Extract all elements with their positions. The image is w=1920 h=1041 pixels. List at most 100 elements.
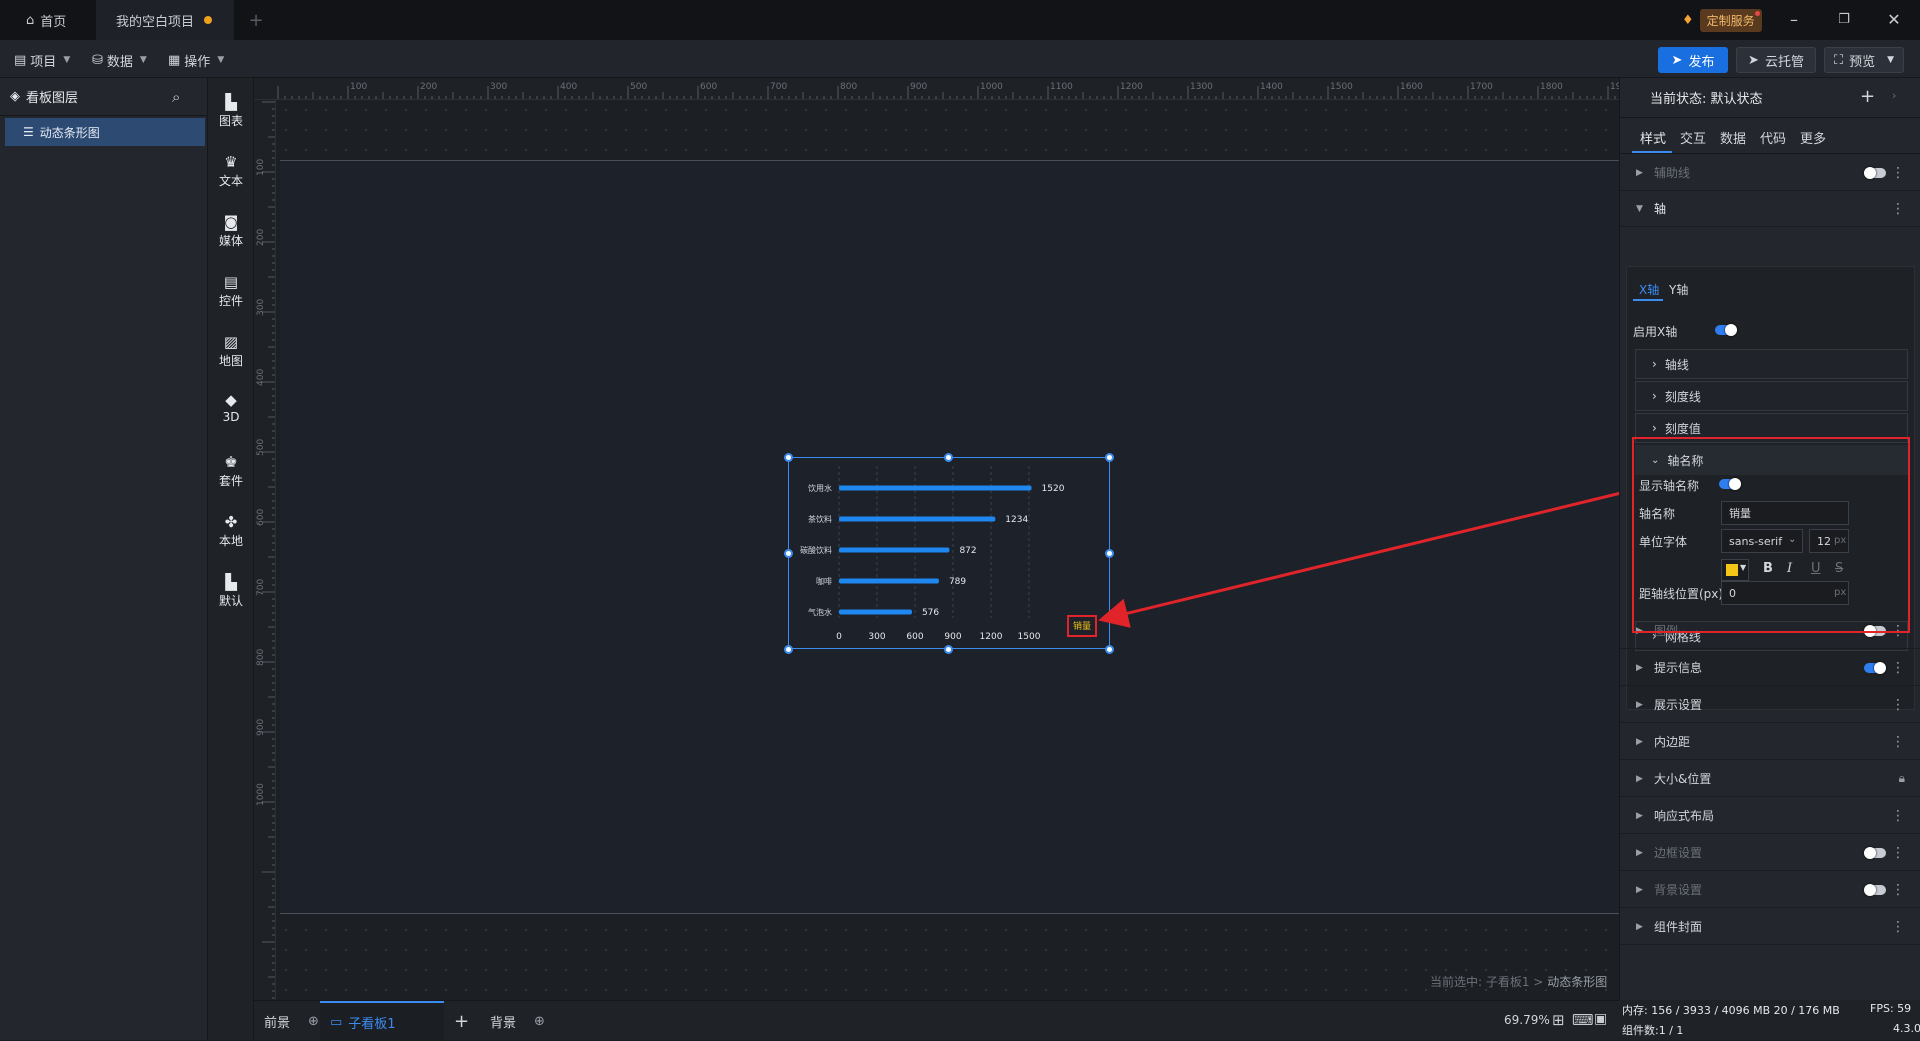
component-kit[interactable]: ♚ 套件 bbox=[208, 448, 254, 494]
fps-status: FPS: 59 bbox=[1870, 1002, 1912, 1015]
resize-handle[interactable] bbox=[1105, 645, 1114, 654]
add-circle-icon[interactable]: ⊕ bbox=[308, 1014, 319, 1029]
cloud-host-button[interactable]: ➤ 云托管 bbox=[1736, 47, 1816, 73]
section-padding[interactable]: ▶ 内边距 ⋮ bbox=[1620, 724, 1920, 760]
tab-more[interactable]: 更多 bbox=[1800, 128, 1826, 147]
zoom-level[interactable]: 69.79% bbox=[1504, 1013, 1550, 1027]
axis-tab-indicator bbox=[1633, 299, 1663, 301]
tooltip-toggle[interactable] bbox=[1864, 662, 1886, 674]
more-vertical-icon[interactable]: ⋮ bbox=[1891, 165, 1905, 181]
foreground-tab[interactable]: 前景 ⊕ bbox=[264, 1001, 319, 1041]
more-vertical-icon[interactable]: ⋮ bbox=[1891, 201, 1905, 217]
bar-chart: 0 300 600 900 1200 1500 饮用水 1520 茶饮料 1234 碳酸饮料 872 咖… bbox=[800, 466, 1097, 642]
restore-icon[interactable]: ❐ bbox=[1834, 10, 1854, 30]
add-tab-button[interactable]: + bbox=[244, 0, 268, 40]
lock-icon[interactable]: 🔒︎ bbox=[1899, 771, 1905, 786]
border-toggle[interactable] bbox=[1864, 847, 1886, 859]
tab-interaction[interactable]: 交互 bbox=[1680, 128, 1706, 147]
background-toggle[interactable] bbox=[1864, 884, 1886, 896]
kit-icon: ♚ bbox=[224, 453, 238, 471]
section-background[interactable]: ▶ 背景设置 ⋮ bbox=[1620, 872, 1920, 908]
axis-line-row[interactable]: › 轴线 bbox=[1635, 349, 1908, 379]
tab-project[interactable]: 我的空白项目 bbox=[96, 0, 234, 40]
component-3d[interactable]: ◆ 3D bbox=[208, 386, 254, 432]
terminal-icon[interactable]: ▣ bbox=[1594, 1011, 1607, 1027]
tab-x-axis[interactable]: X轴 bbox=[1639, 281, 1659, 298]
ruler-label: 600 bbox=[256, 509, 266, 526]
component-control[interactable]: ▤ 控件 bbox=[208, 268, 254, 314]
puzzle-icon: ✤ bbox=[224, 513, 238, 531]
property-tabs: 样式 交互 数据 代码 更多 bbox=[1620, 118, 1920, 154]
resize-handle[interactable] bbox=[784, 645, 793, 654]
ruler-top: 100 200 300 400 500 600 700 800 900 1000 1100 1200 1… bbox=[254, 78, 1619, 100]
tab-code[interactable]: 代码 bbox=[1760, 128, 1786, 147]
component-chart[interactable]: ▙ 图表 bbox=[208, 88, 254, 134]
chevron-right-icon[interactable]: › bbox=[1892, 89, 1896, 102]
resize-handle[interactable] bbox=[1105, 549, 1114, 558]
subrow-label: 轴线 bbox=[1664, 357, 1689, 372]
section-label: 轴 bbox=[1654, 202, 1667, 216]
more-vertical-icon[interactable]: ⋮ bbox=[1891, 734, 1905, 750]
component-local[interactable]: ✤ 本地 bbox=[208, 508, 254, 554]
enable-x-toggle[interactable] bbox=[1715, 324, 1737, 336]
layer-item[interactable]: ☰ 动态条形图 bbox=[5, 118, 205, 146]
resize-handle[interactable] bbox=[784, 549, 793, 558]
add-circle-icon[interactable]: ⊕ bbox=[534, 1014, 545, 1029]
layer-item-label: 动态条形图 bbox=[39, 125, 100, 140]
guides-toggle[interactable] bbox=[1864, 167, 1886, 179]
search-icon[interactable]: ⌕ bbox=[172, 88, 180, 106]
more-vertical-icon[interactable]: ⋮ bbox=[1891, 882, 1905, 898]
resize-handle[interactable] bbox=[944, 645, 953, 654]
ruler-label: 400 bbox=[256, 369, 266, 386]
component-default[interactable]: ▙ 默认 bbox=[208, 568, 254, 614]
section-guides[interactable]: ▶ 辅助线 ⋮ bbox=[1620, 155, 1920, 191]
background-tab[interactable]: 背景 ⊕ bbox=[490, 1001, 545, 1041]
fullscreen-icon: ⛶ bbox=[1833, 52, 1844, 68]
subrow-label: 刻度线 bbox=[1664, 389, 1701, 404]
ruler-label: 1900 bbox=[1610, 82, 1619, 92]
component-media[interactable]: ◙ 媒体 bbox=[208, 208, 254, 254]
component-label: 图表 bbox=[218, 114, 243, 128]
resize-handle[interactable] bbox=[1105, 453, 1114, 462]
preview-button[interactable]: ⛶ 预览 ▼ bbox=[1824, 47, 1904, 73]
custom-service-button[interactable]: ♦ 定制服务 bbox=[1682, 8, 1762, 32]
component-map[interactable]: ▨ 地图 bbox=[208, 328, 254, 374]
section-display[interactable]: ▶ 展示设置 ⋮ bbox=[1620, 687, 1920, 723]
section-label: 辅助线 bbox=[1654, 166, 1691, 180]
tick-line-row[interactable]: › 刻度线 bbox=[1635, 381, 1908, 411]
more-vertical-icon[interactable]: ⋮ bbox=[1891, 660, 1905, 676]
add-state-button[interactable]: + bbox=[1860, 86, 1875, 107]
keyboard-icon[interactable]: ⌨ bbox=[1572, 1011, 1594, 1029]
resize-handle[interactable] bbox=[784, 453, 793, 462]
more-vertical-icon[interactable]: ⋮ bbox=[1891, 919, 1905, 935]
subboard-tab[interactable]: ▭ 子看板1 bbox=[320, 1001, 444, 1041]
add-subboard-button[interactable]: + bbox=[454, 1001, 469, 1041]
bar-chart-component[interactable]: 0 300 600 900 1200 1500 饮用水 1520 茶饮料 1234 碳酸饮料 872 咖… bbox=[788, 457, 1110, 649]
bar-list-icon: ☰ bbox=[23, 125, 34, 139]
section-border[interactable]: ▶ 边框设置 ⋮ bbox=[1620, 835, 1920, 871]
more-vertical-icon[interactable]: ⋮ bbox=[1891, 697, 1905, 713]
resize-handle[interactable] bbox=[944, 453, 953, 462]
data-label: 1520 bbox=[1042, 484, 1065, 494]
section-cover[interactable]: ▶ 组件封面 ⋮ bbox=[1620, 909, 1920, 945]
menu-operate[interactable]: ▦ 操作 ▼ bbox=[168, 49, 224, 71]
component-label: 本地 bbox=[218, 534, 243, 548]
menu-project[interactable]: ▤ 项目 ▼ bbox=[14, 49, 70, 71]
fit-screen-icon[interactable]: ⊞ bbox=[1552, 1011, 1565, 1029]
close-icon[interactable]: ✕ bbox=[1884, 10, 1904, 30]
section-responsive[interactable]: ▶ 响应式布局 ⋮ bbox=[1620, 798, 1920, 834]
tab-data[interactable]: 数据 bbox=[1720, 128, 1746, 147]
section-label: 组件封面 bbox=[1654, 920, 1703, 934]
tab-home[interactable]: ⌂ 首页 bbox=[14, 0, 92, 40]
section-axis[interactable]: ▼ 轴 ⋮ bbox=[1620, 191, 1920, 227]
more-vertical-icon[interactable]: ⋮ bbox=[1891, 808, 1905, 824]
menu-data[interactable]: ⛁ 数据 ▼ bbox=[92, 49, 147, 71]
tab-y-axis[interactable]: Y轴 bbox=[1669, 281, 1688, 298]
more-vertical-icon[interactable]: ⋮ bbox=[1891, 845, 1905, 861]
component-text[interactable]: ♛ 文本 bbox=[208, 148, 254, 194]
section-size-position[interactable]: ▶ 大小&位置 🔒︎ bbox=[1620, 761, 1920, 797]
minimize-icon[interactable]: – bbox=[1784, 10, 1804, 30]
publish-button[interactable]: ➤ 发布 bbox=[1658, 47, 1728, 73]
section-tooltip[interactable]: ▶ 提示信息 ⋮ bbox=[1620, 650, 1920, 686]
tab-style[interactable]: 样式 bbox=[1640, 128, 1666, 147]
